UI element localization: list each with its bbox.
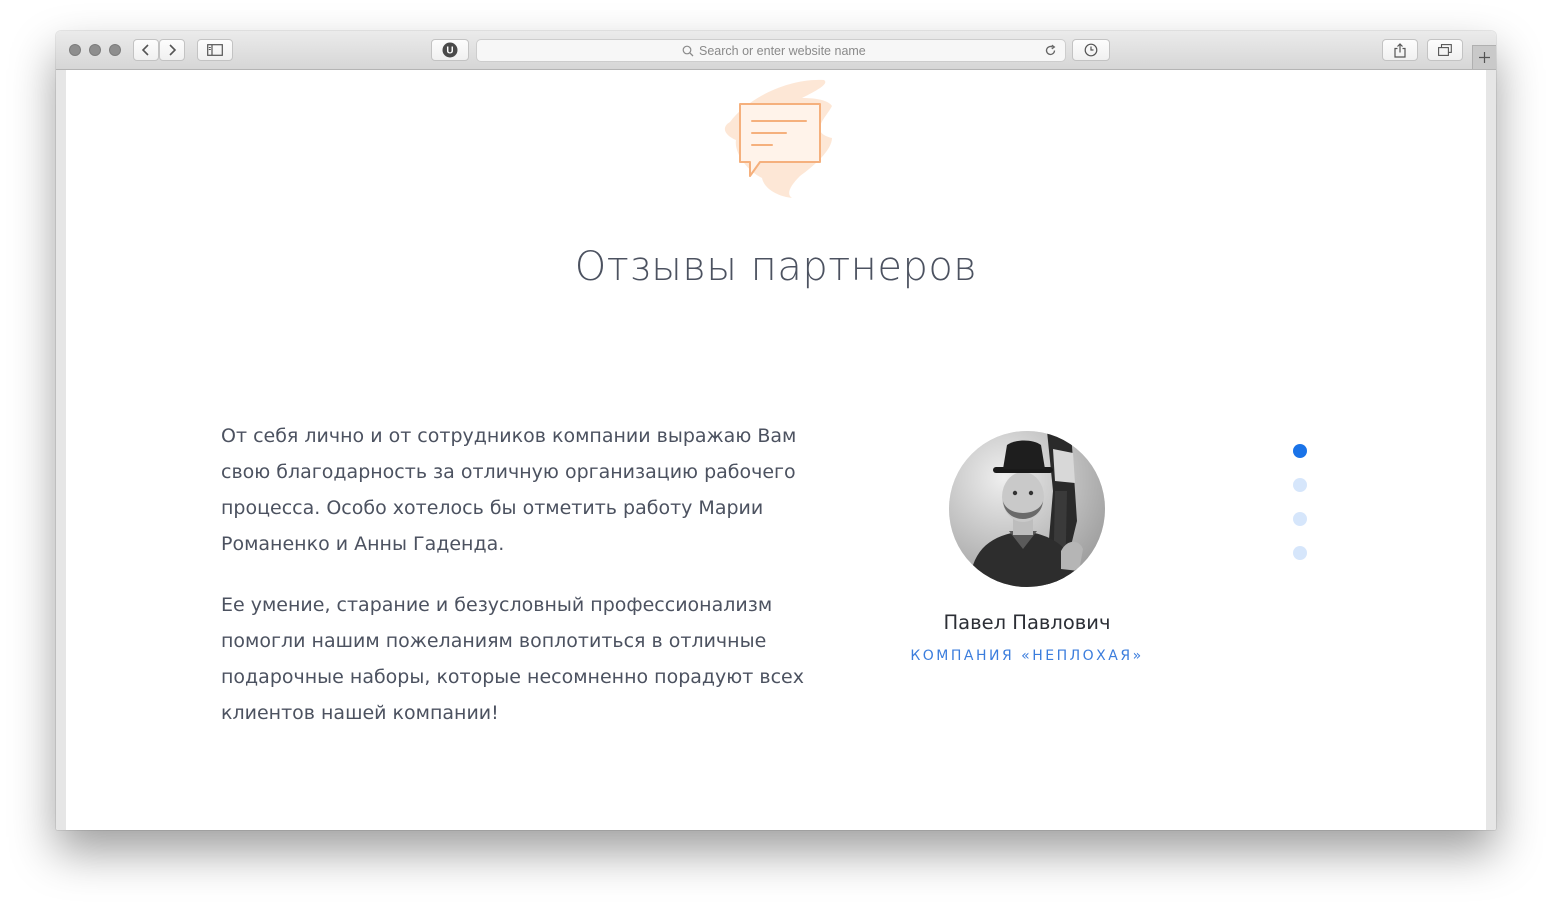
browser-window: U Search or enter website name Отзывы па…: [56, 31, 1496, 830]
author-name: Павел Павлович: [943, 611, 1111, 634]
minimize-window-button[interactable]: [89, 44, 101, 56]
sidebar-toggle-button[interactable]: [197, 39, 233, 61]
slider-dot[interactable]: [1293, 512, 1307, 526]
review-text: От себя лично и от сотрудников компании …: [221, 418, 821, 756]
svg-text:U: U: [446, 46, 453, 57]
tabs-icon: [1438, 44, 1452, 56]
browser-toolbar: U Search or enter website name: [56, 31, 1496, 70]
extension-button[interactable]: U: [431, 39, 469, 61]
author-company: КОМПАНИЯ «НЕПЛОХАЯ»: [910, 648, 1144, 664]
share-button[interactable]: [1382, 39, 1418, 61]
slider-dot[interactable]: [1293, 546, 1307, 560]
left-page-gutter: [56, 70, 66, 830]
chat-bubble-icon: [716, 70, 836, 205]
new-tab-button[interactable]: [1472, 45, 1496, 69]
avatar: [949, 431, 1105, 587]
sidebar-icon: [207, 44, 223, 56]
web-page: Отзывы партнеров От себя лично и от сотр…: [66, 70, 1486, 830]
zoom-window-button[interactable]: [109, 44, 121, 56]
chevron-right-icon: [169, 44, 177, 56]
chevron-left-icon: [141, 44, 149, 56]
extension-shield-icon: U: [442, 42, 458, 58]
plus-icon: [1479, 52, 1490, 63]
slider-dot[interactable]: [1293, 444, 1307, 458]
address-bar-placeholder: Search or enter website name: [699, 44, 866, 58]
close-window-button[interactable]: [69, 44, 81, 56]
search-icon: [682, 45, 694, 57]
review-paragraph: От себя лично и от сотрудников компании …: [221, 425, 797, 555]
tabs-overview-button[interactable]: [1427, 39, 1463, 61]
clock-icon: [1084, 43, 1098, 57]
review-paragraph: Ее умение, старание и безусловный профес…: [221, 594, 804, 724]
right-page-gutter: [1486, 70, 1496, 830]
history-button[interactable]: [1072, 39, 1110, 61]
slider-dot[interactable]: [1293, 478, 1307, 492]
forward-button[interactable]: [159, 39, 185, 61]
address-bar[interactable]: Search or enter website name: [476, 39, 1066, 62]
section-title: Отзывы партнеров: [574, 244, 978, 290]
back-button[interactable]: [133, 39, 159, 61]
share-icon: [1394, 42, 1406, 58]
reload-icon[interactable]: [1044, 44, 1057, 57]
